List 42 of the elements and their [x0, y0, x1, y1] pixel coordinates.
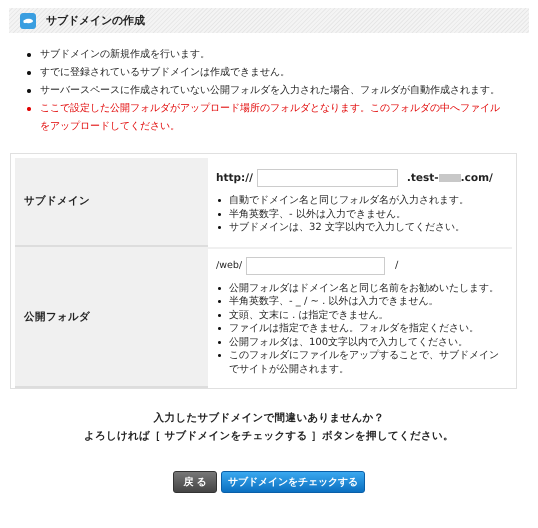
hint-item: このフォルダにファイルをアップすることで、サブドメインでサイトが公開されます。 [229, 349, 500, 376]
section-title: サブドメインの作成 [46, 13, 145, 28]
hint-item: 文頭、文末に . は指定できません。 [229, 308, 389, 322]
bullet-icon [218, 286, 221, 290]
note-item: すでに登録されているサブドメインは作成できません。 [40, 66, 290, 80]
back-button[interactable]: 戻 る [173, 471, 217, 493]
input-field[interactable] [256, 169, 398, 187]
hint-item: 公開フォルダはドメイン名と同じ名前をお勧めいたします。 [229, 282, 499, 295]
field-label: 公開フォルダ [24, 310, 90, 324]
bullet-icon [218, 199, 221, 202]
domain-text: .test- [406, 172, 439, 184]
bullet-icon [27, 53, 31, 57]
bullet-icon [218, 340, 221, 344]
bullet-icon [218, 327, 221, 330]
prefix-text: http:// [216, 172, 253, 184]
hint-item: 半角英数字、- 以外は入力できません。 [229, 208, 406, 221]
hint-item: 公開フォルダは、100文字以内で入力してください。 [229, 336, 468, 349]
note-item: ここで設定した公開フォルダがアップロード場所のフォルダとなります。このフォルダの中へファイルをアップロードしてください。 [40, 102, 501, 134]
domain-text: .com/ [460, 172, 493, 184]
hint-item: 半角英数字、- _ / ~ . 以外は入力できません。 [229, 295, 438, 308]
bullet-icon [27, 107, 31, 111]
redacted-block [438, 174, 461, 182]
prefix-text: /web/ [216, 260, 242, 271]
note-item: サーバースペースに作成されていない公開フォルダを入力された場合、フォルダが自動作成されます。 [40, 84, 500, 98]
bullet-icon [218, 300, 221, 303]
suffix-text: / [395, 260, 398, 271]
bullet-icon [218, 354, 221, 357]
bullet-icon [27, 89, 31, 93]
cloud-icon [20, 12, 36, 28]
note-item: サブドメインの新規作成を行います。 [40, 48, 210, 62]
hint-item: 自動でドメイン名と同じフォルダ名が入力されます。 [229, 194, 469, 208]
bullet-icon [218, 314, 221, 316]
bullet-icon [27, 71, 31, 75]
hint-item: ファイルは指定できません。フォルダを指定ください。 [229, 322, 479, 336]
field-label: サブドメイン [24, 194, 90, 208]
bullet-icon [218, 226, 221, 229]
hint-item: サブドメインは、32 文字以内で入力してください。 [229, 221, 465, 234]
confirm-text: 入力したサブドメインで間違いありませんか？ [152, 411, 386, 426]
input-field[interactable] [246, 256, 386, 274]
check-button[interactable]: サブドメインをチェックする [221, 471, 365, 493]
bullet-icon [218, 212, 221, 216]
confirm-text: よろしければ［ サブドメインをチェックする ］ボタンを押してください。 [82, 429, 456, 444]
